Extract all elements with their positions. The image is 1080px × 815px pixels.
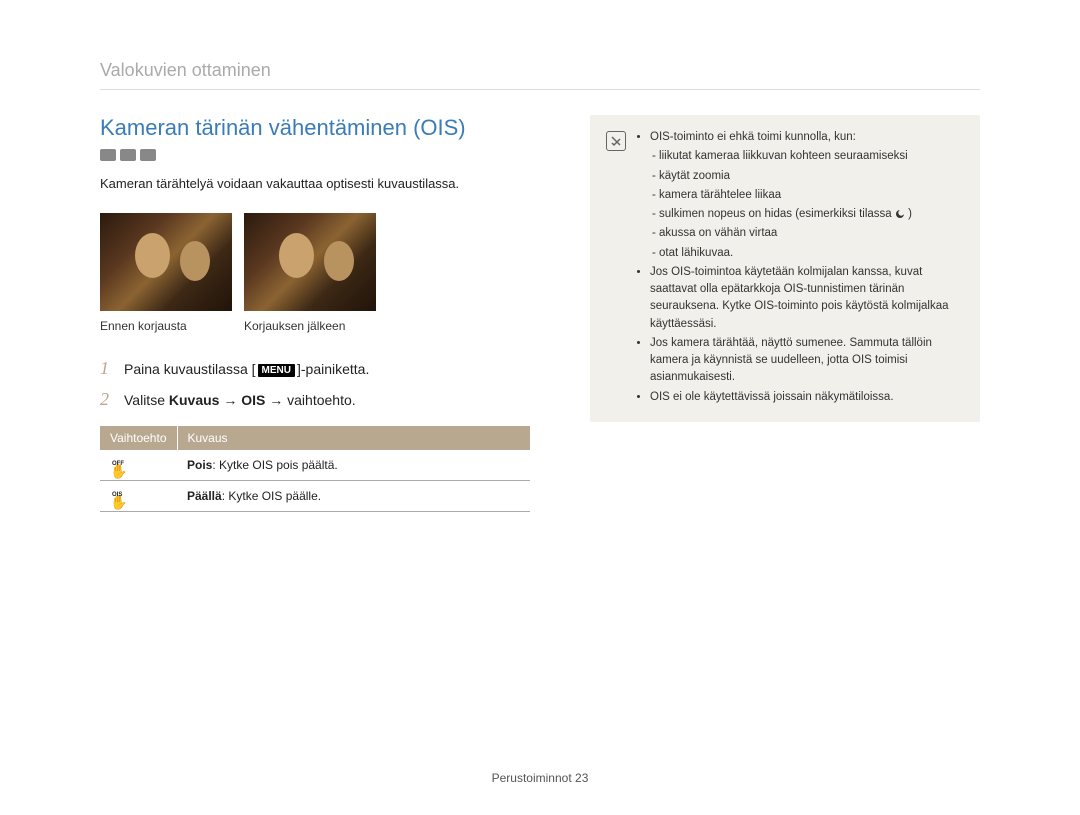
note-sublist: liikutat kameraa liikkuvan kohteen seura… [652,148,964,262]
step-prefix: Valitse [124,392,169,408]
note-subitem: otat lähikuvaa. [652,245,964,262]
left-column: Kameran tärinän vähentäminen (OIS) Kamer… [100,115,530,512]
table-header-option: Vaihtoehto [100,426,177,450]
option-desc-cell: Päällä: Kytke OIS päälle. [177,481,530,512]
comparison-images [100,213,530,311]
option-bold: Päällä [187,489,222,503]
footer-page: 23 [575,771,588,785]
note-item: Jos kamera tärähtää, näyttö sumenee. Sam… [650,335,964,387]
note-subitem: liikutat kameraa liikkuvan kohteen seura… [652,148,964,165]
table-row: OIS Päällä: Kytke OIS päälle. [100,481,530,512]
note-subitem: akussa on vähän virtaa [652,225,964,242]
table-header-desc: Kuvaus [177,426,530,450]
note-list: OIS-toiminto ei ehkä toimi kunnolla, kun… [636,129,964,408]
breadcrumb: Valokuvien ottaminen [100,60,980,81]
steps-list: 1 Paina kuvaustilassa [MENU]-painiketta.… [100,358,530,410]
step-1: 1 Paina kuvaustilassa [MENU]-painiketta. [100,358,530,379]
option-icon-cell: OFF [100,450,177,481]
camera-mode-icon [100,149,116,161]
note-subtext: sulkimen nopeus on hidas (esimerkiksi ti… [659,208,895,220]
note-item: Jos OIS-toimintoa käytetään kolmijalan k… [650,264,964,333]
option-bold: Pois [187,458,212,472]
video-mode-icon [140,149,156,161]
after-label: Korjauksen jälkeen [244,319,376,333]
page-footer: Perustoiminnot 23 [0,771,1080,785]
note-subitem: kamera tärähtelee liikaa [652,187,964,204]
step-bold: Kuvaus [169,392,220,408]
after-image [244,213,376,311]
step-number: 1 [100,358,120,379]
icon-sublabel: OFF [112,461,124,467]
step-prefix: Paina kuvaustilassa [ [124,361,256,377]
note-subitem: käytät zoomia [652,168,964,185]
step-2: 2 Valitse Kuvaus → OIS → vaihtoehto. [100,389,530,410]
scene-mode-icon [120,149,136,161]
note-item: OIS ei ole käytettävissä joissain näkymä… [650,389,964,406]
intro-text: Kameran tärähtelyä voidaan vakauttaa opt… [100,175,530,193]
right-column: OIS-toiminto ei ehkä toimi kunnolla, kun… [590,115,980,512]
footer-section: Perustoiminnot [492,771,572,785]
option-icon-cell: OIS [100,481,177,512]
moon-icon [895,209,905,219]
icon-sublabel: OIS [112,492,122,498]
before-image [100,213,232,311]
options-table: Vaihtoehto Kuvaus OFF Pois: Kytke OIS po… [100,426,530,512]
page-title: Kameran tärinän vähentäminen (OIS) [100,115,530,141]
table-row: OFF Pois: Kytke OIS pois päältä. [100,450,530,481]
image-labels-row: Ennen korjausta Korjauksen jälkeen [100,319,530,333]
note-subitem: sulkimen nopeus on hidas (esimerkiksi ti… [652,206,964,223]
note-item: OIS-toiminto ei ehkä toimi kunnolla, kun… [650,129,964,262]
step-suffix: → vaihtoehto. [265,392,355,408]
step-suffix: ]-painiketta. [297,361,369,377]
note-icon [606,131,626,151]
menu-button-label: MENU [258,364,295,377]
option-desc-cell: Pois: Kytke OIS pois päältä. [177,450,530,481]
before-label: Ennen korjausta [100,319,232,333]
note-intro: OIS-toiminto ei ehkä toimi kunnolla, kun… [650,131,856,143]
step-mid: → [219,392,241,408]
step-bold: OIS [241,392,265,408]
header-divider [100,89,980,90]
mode-icons [100,149,530,161]
option-text: : Kytke OIS pois päältä. [212,458,337,472]
step-number: 2 [100,389,120,410]
step-text: Paina kuvaustilassa [MENU]-painiketta. [124,361,369,377]
option-text: : Kytke OIS päälle. [222,489,321,503]
step-text: Valitse Kuvaus → OIS → vaihtoehto. [124,392,356,408]
note-box: OIS-toiminto ei ehkä toimi kunnolla, kun… [590,115,980,422]
